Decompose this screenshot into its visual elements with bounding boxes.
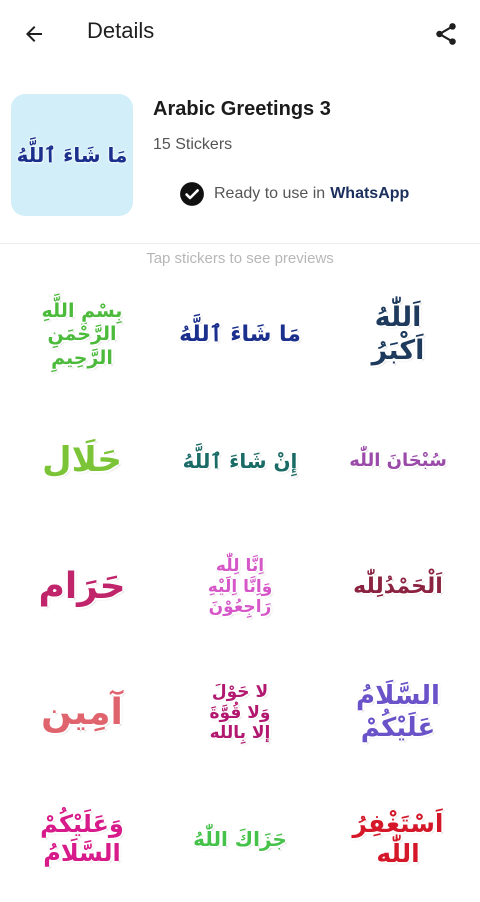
app-bar: Details (0, 0, 480, 68)
sticker-text: اِنَّا لِلّٰه وَاِنَّا اِلَيْهِ رَاجِعُو… (207, 555, 273, 618)
divider (0, 243, 480, 244)
sticker-text: حَرَام (38, 566, 126, 608)
ready-app-name: WhatsApp (330, 185, 410, 202)
sticker-text: اَللّٰهُ اَكْبَرُ (371, 302, 425, 366)
sticker-cell[interactable]: اِنَّا لِلّٰه وَاِنَّا اِلَيْهِ رَاجِعُو… (162, 524, 318, 650)
sticker-cell[interactable]: لا حَوْلَ وَلا قُوَّةَ إلا بِالله (162, 650, 318, 776)
share-icon (436, 23, 456, 45)
sticker-text: لا حَوْلَ وَلا قُوَّةَ إلا بِالله (209, 681, 271, 744)
sticker-cell[interactable]: اَسْتَغْفِرُ اللّٰه (320, 776, 476, 902)
sticker-text: جَزَاكَ اللّٰهُ (193, 826, 287, 851)
sticker-text: السَّلَامُ عَلَيْكُمْ (356, 681, 440, 743)
ready-status: Ready to use in WhatsApp (179, 181, 409, 207)
pack-header: مَا شَاءَ ٱللَّهُ Arabic Greetings 3 15 … (0, 80, 480, 240)
sticker-count: 15 Stickers (153, 136, 233, 153)
preview-hint: Tap stickers to see previews (146, 250, 334, 267)
tray-sticker-text: مَا شَاءَ ٱللَّهُ (16, 143, 128, 167)
sticker-cell[interactable]: وَعَلَيْكُمْ السَّلَامُ (4, 776, 160, 902)
sticker-text: اَلْحَمْدُلِلّٰه (353, 573, 443, 599)
sticker-cell[interactable]: سُبْحَانَ اللّٰه (320, 398, 476, 524)
sticker-cell[interactable]: آمِين (4, 650, 160, 776)
pack-tray-image: مَا شَاءَ ٱللَّهُ (11, 94, 133, 216)
sticker-cell[interactable]: حَرَام (4, 524, 160, 650)
sticker-text: حَلَال (42, 440, 122, 481)
sticker-grid: بِسْمِ اللَّهِ الرَّحْمَنِ الرَّحِيمِ مَ… (0, 272, 480, 900)
sticker-cell[interactable]: إِنْ شَاءَ ٱللَّهُ (162, 398, 318, 524)
sticker-cell[interactable]: اَلْحَمْدُلِلّٰه (320, 524, 476, 650)
sticker-text: آمِين (41, 692, 123, 734)
sticker-cell[interactable]: حَلَال (4, 398, 160, 524)
arrow-back-icon (26, 26, 42, 42)
sticker-cell[interactable]: اَللّٰهُ اَكْبَرُ (320, 272, 476, 398)
sticker-cell[interactable]: مَا شَاءَ ٱللَّهُ (162, 272, 318, 398)
check-circle-icon (180, 182, 204, 206)
pack-name: Arabic Greetings 3 (153, 98, 331, 120)
sticker-text: مَا شَاءَ ٱللَّهُ (179, 321, 301, 347)
sticker-cell[interactable]: بِسْمِ اللَّهِ الرَّحْمَنِ الرَّحِيمِ (4, 272, 160, 398)
sticker-cell[interactable]: جَزَاكَ اللّٰهُ (162, 776, 318, 902)
sticker-text: إِنْ شَاءَ ٱللَّهُ (182, 448, 298, 473)
share-button[interactable] (426, 14, 466, 54)
sticker-cell[interactable]: السَّلَامُ عَلَيْكُمْ (320, 650, 476, 776)
sticker-text: سُبْحَانَ اللّٰه (349, 450, 447, 472)
back-button[interactable] (14, 14, 54, 54)
sticker-text: بِسْمِ اللَّهِ الرَّحْمَنِ الرَّحِيمِ (41, 300, 123, 369)
ready-text: Ready to use in (214, 185, 326, 202)
sticker-text: اَسْتَغْفِرُ اللّٰه (352, 808, 444, 869)
sticker-text: وَعَلَيْكُمْ السَّلَامُ (40, 809, 124, 867)
page-title: Details (87, 18, 155, 43)
